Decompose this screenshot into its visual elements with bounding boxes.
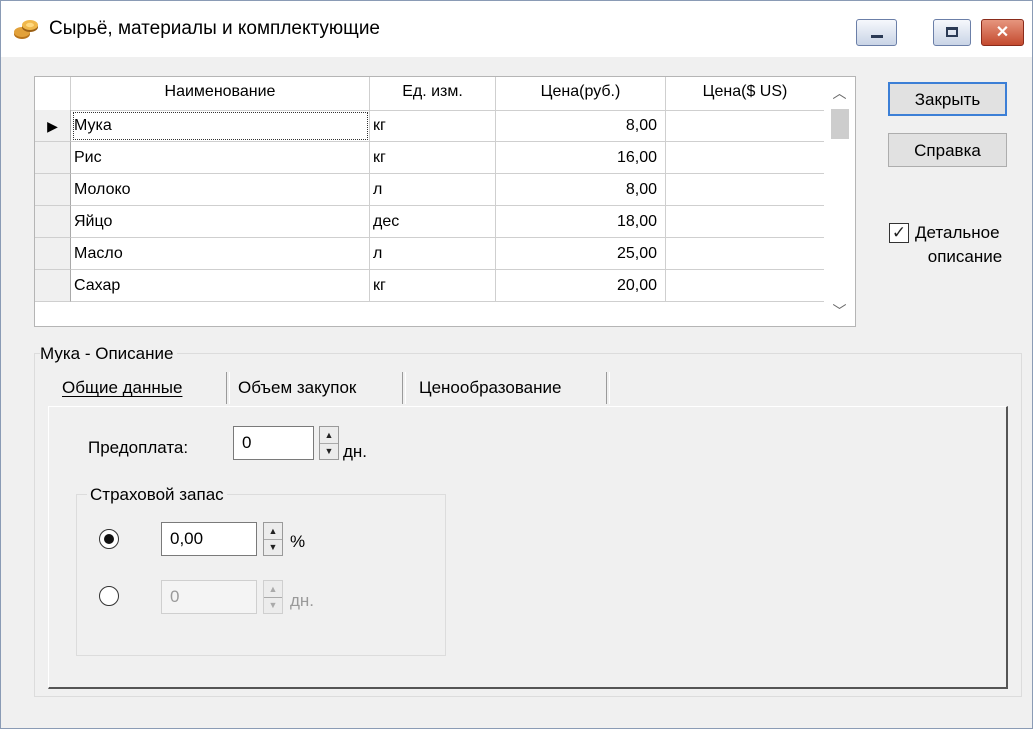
row-indicator[interactable]: ▶ xyxy=(35,110,71,142)
cell-price-usd[interactable] xyxy=(666,110,825,142)
scroll-down-icon[interactable]: ﹀ xyxy=(824,301,855,321)
title-bar[interactable]: Сырьё, материалы и комплектующие ✕ xyxy=(1,1,1032,57)
insurance-days-input[interactable]: 0 xyxy=(161,580,257,614)
insurance-days-radio[interactable] xyxy=(99,586,119,606)
tab-separator xyxy=(606,372,610,404)
current-row-arrow-icon: ▶ xyxy=(47,118,58,134)
insurance-stock-groupbox xyxy=(76,494,446,656)
insurance-percent-unit: % xyxy=(290,532,306,551)
insurance-days-spinner[interactable]: ▲ ▼ xyxy=(263,580,283,614)
row-indicator[interactable] xyxy=(35,238,71,270)
grid-vertical-scrollbar[interactable]: ︿ ﹀ xyxy=(824,77,855,326)
spin-up-icon[interactable]: ▲ xyxy=(320,427,338,444)
table-row[interactable]: Яйцо дес 18,00 xyxy=(35,206,825,238)
insurance-percent-radio[interactable] xyxy=(99,529,119,549)
row-indicator[interactable] xyxy=(35,174,71,206)
materials-grid[interactable]: Наименование Ед. изм. Цена(руб.) Цена($ … xyxy=(34,76,856,327)
cell-price-usd[interactable] xyxy=(666,174,825,206)
prepay-days-input[interactable]: 0 xyxy=(233,426,314,460)
cell-price-rub[interactable]: 8,00 xyxy=(496,174,666,206)
table-row[interactable]: Рис кг 16,00 xyxy=(35,142,825,174)
cell-price-usd[interactable] xyxy=(666,238,825,270)
materials-window: Сырьё, материалы и комплектующие ✕ Наиме… xyxy=(0,0,1033,729)
cell-price-rub[interactable]: 18,00 xyxy=(496,206,666,238)
cell-unit[interactable]: л xyxy=(370,238,496,270)
cell-unit[interactable]: кг xyxy=(370,142,496,174)
table-row[interactable]: Сахар кг 20,00 xyxy=(35,270,825,302)
cell-name[interactable]: Масло xyxy=(71,238,370,270)
spin-down-icon[interactable]: ▼ xyxy=(264,597,282,613)
insurance-stock-label: Страховой запас xyxy=(87,485,227,505)
maximize-button[interactable] xyxy=(933,19,971,46)
cell-price-rub[interactable]: 16,00 xyxy=(496,142,666,174)
detail-checkbox[interactable]: ✓ xyxy=(889,223,909,243)
grid-header: Наименование Ед. изм. Цена(руб.) Цена($ … xyxy=(35,77,825,111)
tab-purchase-volume[interactable]: Объем закупок xyxy=(238,369,356,406)
tab-general-data[interactable]: Общие данные xyxy=(62,369,182,406)
row-indicator[interactable] xyxy=(35,270,71,302)
window-title: Сырьё, материалы и комплектующие xyxy=(49,18,380,39)
scroll-thumb[interactable] xyxy=(831,109,849,139)
close-window-button[interactable]: ✕ xyxy=(981,19,1024,46)
row-indicator[interactable] xyxy=(35,206,71,238)
insurance-days-unit: дн. xyxy=(290,591,315,610)
table-row[interactable]: Молоко л 8,00 xyxy=(35,174,825,206)
cell-price-usd[interactable] xyxy=(666,270,825,302)
column-header-price-usd[interactable]: Цена($ US) xyxy=(666,77,825,110)
insurance-percent-spinner[interactable]: ▲ ▼ xyxy=(263,522,283,556)
table-row[interactable]: ▶ Мука кг 8,00 xyxy=(35,110,825,142)
column-header-name[interactable]: Наименование xyxy=(71,77,370,110)
header-indicator-cell xyxy=(35,77,71,110)
spin-up-icon[interactable]: ▲ xyxy=(264,581,282,598)
radio-selected-dot xyxy=(104,534,114,544)
column-header-unit[interactable]: Ед. изм. xyxy=(370,77,496,110)
cell-name[interactable]: Молоко xyxy=(71,174,370,206)
cell-name[interactable]: Яйцо xyxy=(71,206,370,238)
column-header-price-rub[interactable]: Цена(руб.) xyxy=(496,77,666,110)
minimize-icon xyxy=(871,35,883,38)
row-indicator[interactable] xyxy=(35,142,71,174)
table-row[interactable]: Масло л 25,00 xyxy=(35,238,825,270)
cell-unit[interactable]: дес xyxy=(370,206,496,238)
scroll-up-icon[interactable]: ︿ xyxy=(824,83,855,103)
cell-price-usd[interactable] xyxy=(666,142,825,174)
detail-checkbox-label[interactable]: Детальное xyxy=(915,222,1000,244)
cell-unit[interactable]: л xyxy=(370,174,496,206)
cell-name[interactable]: Рис xyxy=(71,142,370,174)
description-group-label: Мука - Описание xyxy=(40,344,178,364)
spin-down-icon[interactable]: ▼ xyxy=(320,443,338,459)
close-button[interactable]: Закрыть xyxy=(888,82,1007,116)
minimize-button[interactable] xyxy=(856,19,897,46)
cell-name[interactable]: Сахар xyxy=(71,270,370,302)
close-icon: ✕ xyxy=(995,24,1010,41)
prepay-label: Предоплата: xyxy=(88,438,189,457)
tab-separator xyxy=(402,372,406,404)
cell-price-usd[interactable] xyxy=(666,206,825,238)
tab-separator xyxy=(226,372,230,404)
prepay-unit: дн. xyxy=(343,442,368,461)
spin-up-icon[interactable]: ▲ xyxy=(264,523,282,540)
insurance-percent-input[interactable]: 0,00 xyxy=(161,522,257,556)
detail-checkbox-label-line2[interactable]: описание xyxy=(909,246,1021,268)
prepay-spinner[interactable]: ▲ ▼ xyxy=(319,426,339,460)
cell-price-rub[interactable]: 25,00 xyxy=(496,238,666,270)
coins-app-icon xyxy=(14,20,38,39)
help-button[interactable]: Справка xyxy=(888,133,1007,167)
spin-down-icon[interactable]: ▼ xyxy=(264,539,282,555)
cell-unit[interactable]: кг xyxy=(370,270,496,302)
cell-price-rub[interactable]: 8,00 xyxy=(496,110,666,142)
tab-pricing[interactable]: Ценообразование xyxy=(419,369,561,406)
cell-unit[interactable]: кг xyxy=(370,110,496,142)
cell-price-rub[interactable]: 20,00 xyxy=(496,270,666,302)
cell-name[interactable]: Мука xyxy=(71,110,370,142)
maximize-icon xyxy=(946,27,958,37)
